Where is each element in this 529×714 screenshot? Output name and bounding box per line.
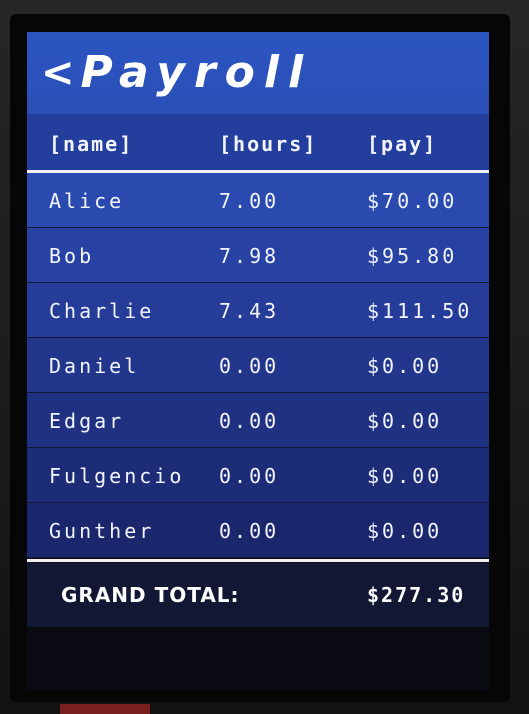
cell-name: Gunther: [49, 519, 155, 543]
table-row[interactable]: Edgar 0.00 $0.00: [27, 393, 489, 448]
cell-pay: $0.00: [367, 519, 443, 543]
cell-pay: $70.00: [367, 189, 458, 213]
cell-name: Charlie: [49, 299, 155, 323]
cell-name: Daniel: [49, 354, 140, 378]
cell-pay: $0.00: [367, 464, 443, 488]
device-frame: < Payroll [name] [hours] [pay] Alice 7.00…: [0, 0, 529, 714]
grand-total-value: $277.30: [367, 583, 466, 607]
cell-name: Edgar: [49, 409, 125, 433]
cell-pay: $111.50: [367, 299, 473, 323]
table-row[interactable]: Gunther 0.00 $0.00: [27, 503, 489, 558]
grand-total-row: GRAND TOTAL: $277.30: [27, 563, 489, 627]
cell-hours: 7.98: [219, 244, 280, 268]
cell-hours: 0.00: [219, 464, 280, 488]
column-header-name: [name]: [49, 132, 134, 156]
table-row[interactable]: Fulgencio 0.00 $0.00: [27, 448, 489, 503]
cell-hours: 7.43: [219, 299, 280, 323]
cell-pay: $0.00: [367, 354, 443, 378]
board-edge: [60, 704, 150, 714]
cell-hours: 7.00: [219, 189, 280, 213]
column-header-hours: [hours]: [219, 132, 318, 156]
total-divider: [27, 559, 489, 562]
table-row[interactable]: Bob 7.98 $95.80: [27, 228, 489, 283]
grand-total-label: GRAND TOTAL:: [61, 583, 240, 607]
cell-name: Fulgencio: [49, 464, 185, 488]
cell-pay: $0.00: [367, 409, 443, 433]
column-header-pay: [pay]: [367, 132, 438, 156]
cell-hours: 0.00: [219, 409, 280, 433]
table-row[interactable]: Charlie 7.43 $111.50: [27, 283, 489, 338]
title-bar[interactable]: < Payroll: [27, 32, 489, 114]
cell-name: Alice: [49, 189, 125, 213]
empty-screen-area: [27, 627, 489, 690]
table-header: [name] [hours] [pay]: [27, 114, 489, 170]
back-arrow-icon[interactable]: <: [41, 53, 75, 93]
cell-hours: 0.00: [219, 519, 280, 543]
cell-name: Bob: [49, 244, 95, 268]
cell-pay: $95.80: [367, 244, 458, 268]
cell-hours: 0.00: [219, 354, 280, 378]
page-title: Payroll: [80, 47, 313, 98]
lcd-screen: < Payroll [name] [hours] [pay] Alice 7.00…: [27, 32, 489, 690]
table-row[interactable]: Alice 7.00 $70.00: [27, 173, 489, 228]
table-row[interactable]: Daniel 0.00 $0.00: [27, 338, 489, 393]
